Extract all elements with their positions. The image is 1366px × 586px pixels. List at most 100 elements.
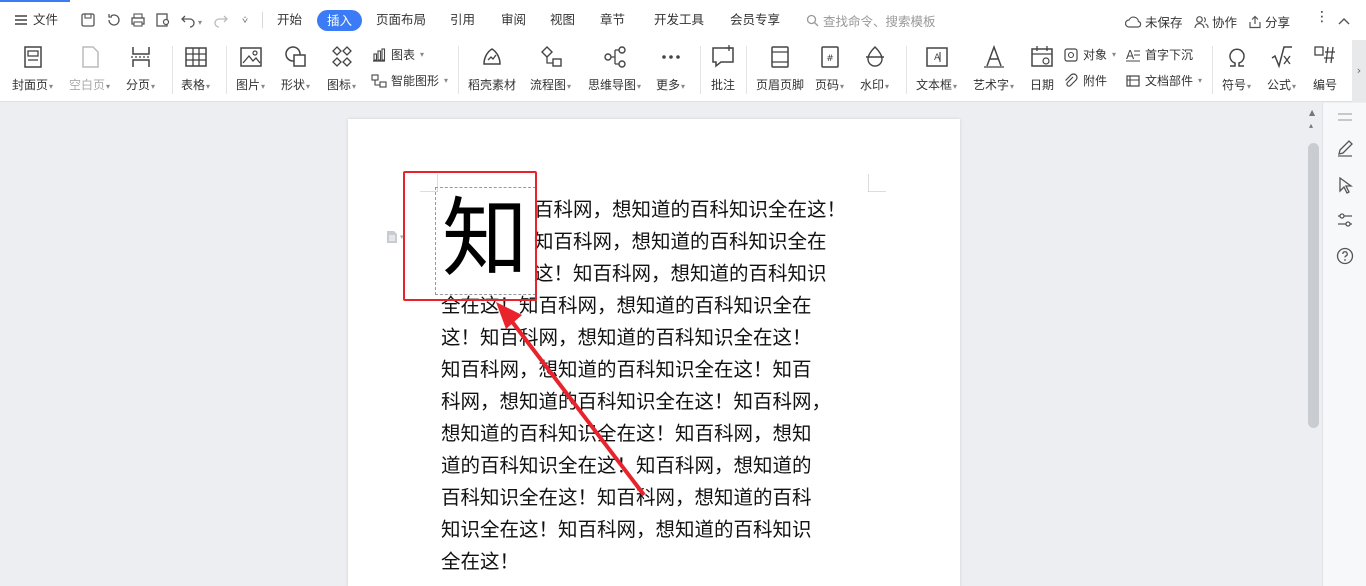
date-button[interactable]: 日期 <box>1029 43 1055 92</box>
menu-bar: 文件 ▾ ⩒ 开始 插入 页面布局 引用 审阅 视图 章节 开发工具 会员专享 … <box>0 0 1366 40</box>
smart-art-label: 智能图形 <box>391 74 440 88</box>
cover-page-button[interactable]: 封面页▾ <box>12 43 53 94</box>
cloud-unsaved-icon <box>1125 16 1142 28</box>
document-page[interactable]: ▾ 知 百科网，想知道的百科知识全在这！ 知百科网，想知道的百科知识全在 这！知… <box>348 119 960 586</box>
adjust-sliders-icon[interactable] <box>1335 210 1355 230</box>
paragraph-page-icon <box>387 231 397 243</box>
paragraph-layout-marker[interactable]: ▾ <box>386 230 404 244</box>
wps-writer-window: 文件 ▾ ⩒ 开始 插入 页面布局 引用 审阅 视图 章节 开发工具 会员专享 … <box>0 0 1366 586</box>
page-break-button[interactable]: 分页▾ <box>126 43 155 94</box>
panel-menu-icon[interactable] <box>1335 111 1355 123</box>
page-number-button[interactable]: # 页码▾ <box>815 43 844 94</box>
doc-parts-button[interactable]: 文档部件 ▾ <box>1125 72 1202 89</box>
object-button[interactable]: 对象 ▾ <box>1063 46 1116 63</box>
table-button[interactable]: 表格▾ <box>181 43 210 94</box>
undo-icon[interactable] <box>180 12 196 28</box>
more-button[interactable]: 更多▾ <box>656 43 685 94</box>
vertical-scrollbar[interactable]: ▲ ▴ <box>1305 103 1322 586</box>
blank-page-button[interactable]: 空白页▾ <box>69 43 110 94</box>
word-art-button[interactable]: 艺术字▾ <box>973 43 1014 94</box>
text-box-button[interactable]: A 文本框▾ <box>916 43 957 94</box>
page-number-label: 页码 <box>815 78 840 92</box>
formula-icon <box>1271 46 1292 69</box>
blank-page-label: 空白页 <box>69 78 106 92</box>
watermark-button[interactable]: 水印▾ <box>860 43 889 94</box>
search-icon <box>806 14 819 26</box>
symbol-button[interactable]: 符号▾ <box>1222 43 1251 94</box>
text-line: 想知道的百科知识全在这！知百科网，想知 <box>441 422 812 445</box>
mind-map-button[interactable]: 思维导图▾ <box>588 43 641 94</box>
icon-button[interactable]: 图标▾ <box>327 43 356 94</box>
tab-home[interactable]: 开始 <box>277 12 302 28</box>
print-icon[interactable] <box>130 12 146 28</box>
edit-pen-icon[interactable] <box>1335 138 1355 158</box>
svg-text:A: A <box>1126 48 1135 62</box>
unsaved-status-button[interactable]: 未保存 <box>1125 12 1183 31</box>
smart-art-icon <box>371 73 387 88</box>
collaborate-button[interactable]: 协作 <box>1194 12 1237 31</box>
collapse-ribbon-icon[interactable] <box>1336 13 1352 29</box>
table-icon <box>184 47 207 67</box>
picture-button[interactable]: 图片▾ <box>236 43 265 94</box>
smart-art-button[interactable]: 智能图形 ▾ <box>371 72 448 89</box>
symbol-label: 符号 <box>1222 78 1247 92</box>
undo-dropdown-caret[interactable]: ▾ <box>198 15 202 31</box>
picture-icon <box>239 47 262 67</box>
tab-insert[interactable]: 插入 <box>317 10 363 31</box>
text-line: 道的百科知识全在这！知百科网，想知道的 <box>441 454 812 477</box>
ribbon-separator <box>172 46 173 94</box>
tab-page-layout[interactable]: 页面布局 <box>376 12 426 28</box>
object-icon <box>1064 47 1078 62</box>
flowchart-icon <box>540 46 562 67</box>
scroll-up-arrow-icon[interactable]: ▲ <box>1309 108 1318 117</box>
formula-button[interactable]: 公式▾ <box>1267 43 1296 94</box>
header-footer-button[interactable]: 页眉页脚 <box>756 43 804 92</box>
ribbon-scroll-right-button[interactable]: › <box>1352 40 1366 102</box>
more-options-icon[interactable]: ⋮ <box>1315 9 1329 25</box>
text-line: 知百科网，想知道的百科知识全在这！知百 <box>441 358 812 381</box>
icon-label: 图标 <box>327 78 352 92</box>
file-menu-button[interactable]: 文件 <box>14 12 58 28</box>
tab-view[interactable]: 视图 <box>550 12 575 28</box>
command-search[interactable]: 查找命令、搜索模板 <box>806 12 936 29</box>
text-line: 这！知百科网，想知道的百科知识 <box>534 262 827 285</box>
undo-history-icon[interactable] <box>106 12 122 28</box>
drop-cap-button[interactable]: A 首字下沉 <box>1125 46 1193 63</box>
menu-separator <box>262 12 263 28</box>
svg-text:#: # <box>826 54 834 64</box>
text-line: 知识全在这！知百科网，想知道的百科知识 <box>441 518 812 541</box>
docer-material-icon <box>483 48 501 65</box>
share-button[interactable]: 分享 <box>1248 12 1290 31</box>
tab-chapter[interactable]: 章节 <box>600 12 625 28</box>
save-icon[interactable] <box>80 12 96 28</box>
attachment-button[interactable]: 附件 <box>1063 72 1107 89</box>
customize-quickbar-icon[interactable]: ⩒ <box>242 13 248 29</box>
help-icon[interactable] <box>1335 246 1355 266</box>
mind-map-icon <box>603 46 626 68</box>
ribbon-separator <box>906 46 907 94</box>
more-dots-icon <box>661 55 680 59</box>
numbering-label: 编号 <box>1312 78 1337 92</box>
print-preview-icon[interactable] <box>155 12 171 28</box>
ribbon-separator <box>458 46 459 94</box>
shape-button[interactable]: 形状▾ <box>281 43 310 94</box>
tab-review[interactable]: 审阅 <box>501 12 526 28</box>
redo-icon[interactable] <box>213 12 229 28</box>
tab-member[interactable]: 会员专享 <box>730 12 780 28</box>
chart-button[interactable]: 图表 ▾ <box>371 46 424 63</box>
tab-developer[interactable]: 开发工具 <box>654 12 704 28</box>
select-pointer-icon[interactable] <box>1335 175 1355 195</box>
scrollbar-thumb[interactable] <box>1308 143 1319 428</box>
docer-material-button[interactable]: 稻壳素材 <box>468 43 516 92</box>
text-line: 百科知识全在这！知百科网，想知道的百科 <box>441 486 812 509</box>
tab-references[interactable]: 引用 <box>450 12 475 28</box>
numbering-button[interactable]: 编号 <box>1312 43 1338 92</box>
header-footer-label: 页眉页脚 <box>756 78 805 92</box>
comment-button[interactable]: 批注 <box>710 43 736 92</box>
more-label: 更多 <box>656 78 681 92</box>
text-box-label: 文本框 <box>916 78 953 92</box>
flowchart-button[interactable]: 流程图▾ <box>530 43 571 94</box>
shape-icon <box>284 46 306 67</box>
scroll-up-double-icon[interactable]: ▴ <box>1309 121 1318 130</box>
chart-icon <box>373 47 386 62</box>
